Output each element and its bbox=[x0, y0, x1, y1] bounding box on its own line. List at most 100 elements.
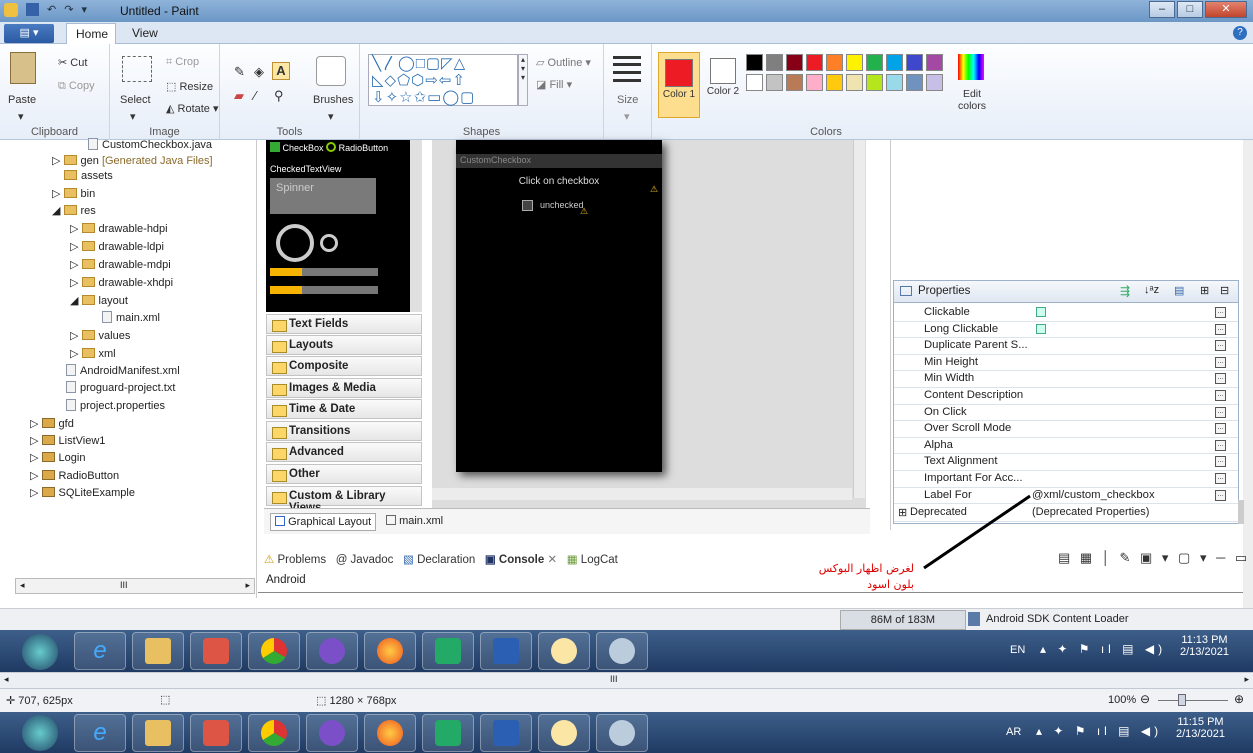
shapes-gallery[interactable]: ╲〳◯□▢◸△ ◺◇⬠⬡⇨⇦⇧ ⇩✧☆✩▭◯▢ bbox=[368, 54, 518, 106]
taskbar-explorer[interactable] bbox=[132, 632, 184, 670]
save-icon[interactable] bbox=[26, 3, 39, 16]
property-row[interactable]: On Click... bbox=[894, 405, 1238, 422]
palette-group-advanced[interactable]: Advanced bbox=[266, 442, 422, 462]
color-picker-icon[interactable]: ⁄ bbox=[254, 88, 256, 103]
taskbar-word[interactable] bbox=[480, 632, 532, 670]
start-button[interactable] bbox=[22, 634, 58, 670]
color2-button[interactable]: Color 2 bbox=[704, 52, 742, 118]
zoom-in-button[interactable]: ⊕ bbox=[1234, 692, 1244, 706]
size-button[interactable]: Size bbox=[617, 94, 638, 106]
taskbar-firefox[interactable] bbox=[364, 714, 416, 752]
close-icon[interactable]: ✕ bbox=[547, 554, 557, 566]
fill-icon[interactable]: ◈ bbox=[254, 64, 264, 80]
property-row[interactable]: Min Height... bbox=[894, 355, 1238, 372]
trash-icon[interactable] bbox=[968, 612, 980, 626]
color-swatch[interactable] bbox=[766, 74, 783, 91]
undo-icon[interactable]: ↶ bbox=[47, 3, 56, 17]
resize-button[interactable]: ⬚ Resize bbox=[166, 80, 213, 93]
select-button[interactable]: Select bbox=[120, 94, 151, 106]
canvas-horizontal-scrollbar[interactable] bbox=[432, 488, 852, 500]
taskbar-chrome[interactable] bbox=[248, 632, 300, 670]
property-edit-button[interactable]: ... bbox=[1215, 390, 1226, 401]
property-edit-button[interactable]: ... bbox=[1215, 439, 1226, 451]
tree-item-sqliteexample[interactable]: ▷ SQLiteExample bbox=[30, 486, 135, 499]
tree-item-res[interactable]: ◢ res bbox=[52, 204, 96, 217]
console-toolbar[interactable]: ▤ ▦ │ ✎ ▣ ▾ ▢ ▾ ─ ▭ bbox=[1058, 550, 1250, 566]
tab-javadoc[interactable]: @ Javadoc bbox=[336, 554, 394, 566]
property-edit-button[interactable]: ... bbox=[1215, 406, 1226, 418]
chevron-down-icon[interactable]: ▾ bbox=[18, 110, 24, 123]
scroll-right-icon[interactable]: ▸ bbox=[245, 580, 250, 591]
tab-view[interactable]: View bbox=[132, 26, 158, 40]
help-icon[interactable]: ? bbox=[1233, 26, 1247, 40]
tree-item-assets[interactable]: assets bbox=[64, 170, 113, 182]
tab-console[interactable]: ▣ Console ✕ bbox=[485, 554, 557, 566]
pencil-icon[interactable]: ✎ bbox=[234, 64, 245, 80]
redo-icon[interactable]: ↷ bbox=[64, 3, 73, 17]
property-edit-button[interactable]: ... bbox=[1215, 340, 1226, 352]
zoom-out-button[interactable]: ⊖ bbox=[1140, 692, 1150, 706]
property-edit-button[interactable]: ... bbox=[1215, 307, 1226, 318]
sort-icon[interactable]: ↓ᵃz bbox=[1144, 284, 1159, 296]
chevron-down-icon[interactable]: ▾ bbox=[130, 110, 136, 123]
tree-item-listview1[interactable]: ▷ ListView1 bbox=[30, 434, 105, 447]
tree-item-login[interactable]: ▷ Login bbox=[30, 451, 85, 464]
tab-declaration[interactable]: ▧ Declaration bbox=[403, 554, 475, 566]
color-swatch[interactable] bbox=[826, 54, 843, 71]
start-button[interactable] bbox=[22, 715, 58, 751]
property-row[interactable]: Over Scroll Mode... bbox=[894, 421, 1238, 438]
taskbar-explorer[interactable] bbox=[132, 714, 184, 752]
color-swatch[interactable] bbox=[926, 74, 943, 91]
taskbar-media[interactable] bbox=[190, 632, 242, 670]
tree-item[interactable]: CustomCheckbox.java bbox=[88, 138, 212, 151]
property-row[interactable]: Duplicate Parent S...... bbox=[894, 338, 1238, 355]
palette-group-custom-library[interactable]: Custom & Library Views bbox=[266, 486, 422, 514]
color-swatch[interactable] bbox=[866, 54, 883, 71]
taskbar-app-braces[interactable] bbox=[422, 714, 474, 752]
language-indicator[interactable]: AR bbox=[1006, 726, 1021, 738]
color-swatch[interactable] bbox=[826, 74, 843, 91]
shapes-scroll[interactable]: ▴ ▾ ▾ bbox=[518, 54, 528, 106]
property-row[interactable]: Clickable... bbox=[894, 305, 1238, 322]
property-row[interactable]: Text Alignment... bbox=[894, 454, 1238, 471]
zoom-slider-thumb[interactable] bbox=[1178, 694, 1186, 706]
properties-scroll-thumb[interactable] bbox=[1238, 500, 1244, 524]
eraser-icon[interactable]: ▰ bbox=[234, 88, 244, 104]
tree-item-drawable-ldpi[interactable]: ▷ drawable-ldpi bbox=[70, 240, 164, 253]
property-checkbox[interactable] bbox=[1036, 307, 1046, 317]
close-button[interactable]: ✕ bbox=[1205, 1, 1247, 18]
quick-access-toolbar[interactable]: ↶ ↷ ▾ bbox=[4, 3, 87, 17]
color-swatch[interactable] bbox=[806, 74, 823, 91]
taskbar-snipping[interactable] bbox=[596, 714, 648, 752]
color-swatch[interactable] bbox=[846, 54, 863, 71]
collapse-all-icon[interactable]: ⊟ bbox=[1220, 284, 1229, 297]
property-edit-button[interactable]: ... bbox=[1215, 323, 1226, 335]
color1-button[interactable]: Color 1 bbox=[658, 52, 700, 118]
advanced-icon[interactable]: ▤ bbox=[1174, 284, 1184, 297]
color-palette[interactable] bbox=[746, 54, 943, 91]
minimize-button[interactable]: – bbox=[1149, 1, 1175, 18]
cut-button[interactable]: ✂ Cut bbox=[58, 56, 87, 69]
tree-item-drawable-hdpi[interactable]: ▷ drawable-hdpi bbox=[70, 222, 168, 235]
brushes-button[interactable]: Brushes bbox=[313, 94, 353, 106]
property-row[interactable]: Content Description... bbox=[894, 388, 1238, 405]
clock[interactable]: 11:13 PM 2/13/2021 bbox=[1180, 634, 1229, 658]
color-swatch[interactable] bbox=[746, 74, 763, 91]
paint-horizontal-scrollbar[interactable]: ◂ III ▸ bbox=[0, 672, 1253, 688]
color-swatch[interactable] bbox=[886, 54, 903, 71]
tree-item-bin[interactable]: ▷ bin bbox=[52, 187, 95, 200]
palette-group-images-media[interactable]: Images & Media bbox=[266, 378, 422, 398]
crop-button[interactable]: ⌗ Crop bbox=[166, 56, 199, 69]
scroll-right-icon[interactable]: ▸ bbox=[1244, 674, 1249, 685]
chevron-down-icon[interactable]: ▾ bbox=[624, 110, 630, 123]
property-value[interactable]: @xml/custom_checkbox bbox=[1032, 489, 1155, 501]
zoom-slider[interactable] bbox=[1158, 700, 1228, 701]
palette-group-layouts[interactable]: Layouts bbox=[266, 335, 422, 355]
color-swatch[interactable] bbox=[846, 74, 863, 91]
palette-group-time-date[interactable]: Time & Date bbox=[266, 399, 422, 419]
property-edit-button[interactable]: ... bbox=[1215, 489, 1226, 501]
palette-group-text-fields[interactable]: Text Fields bbox=[266, 314, 422, 334]
tree-item-xml[interactable]: ▷ xml bbox=[70, 347, 116, 360]
paste-button[interactable]: Paste bbox=[8, 94, 36, 106]
language-indicator[interactable]: EN bbox=[1010, 644, 1025, 656]
